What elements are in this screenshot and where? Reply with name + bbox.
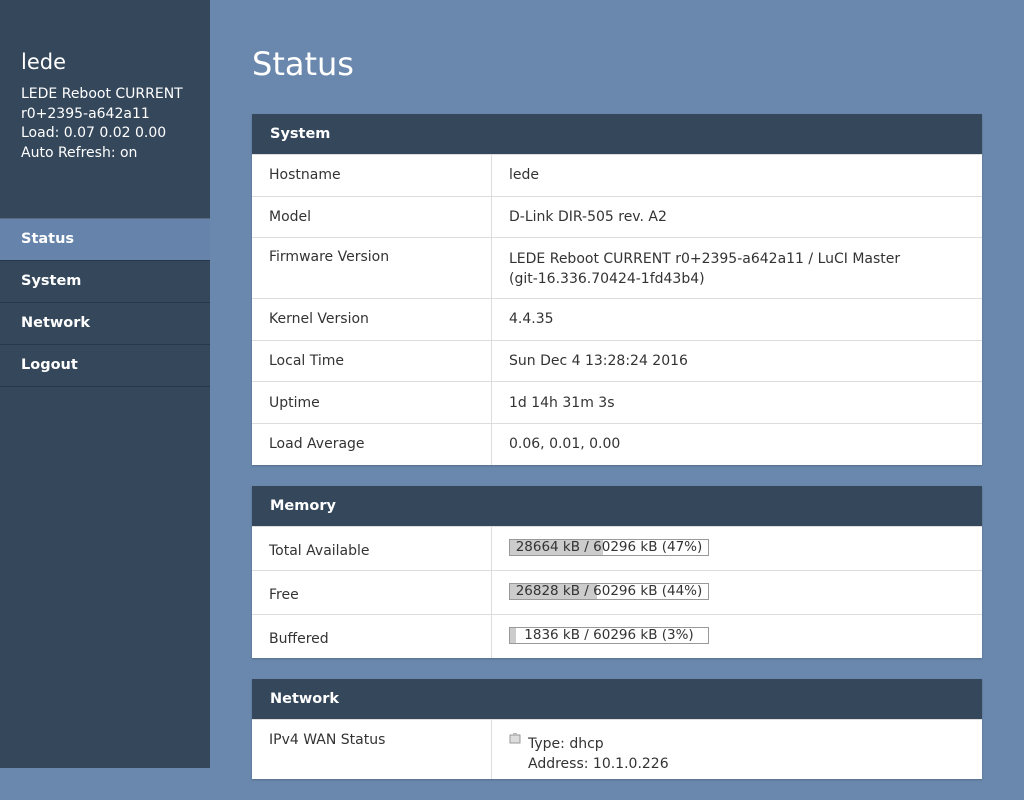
firmware-version-line-1: LEDE Reboot CURRENT r0+2395-a642a11 / Lu… bbox=[509, 251, 901, 268]
table-row: Hostname lede bbox=[252, 154, 982, 196]
row-value: 1836 kB / 60296 kB (3%) bbox=[492, 615, 982, 658]
main-content: Status System Hostname lede Model D-Link… bbox=[252, 0, 982, 800]
row-label: Total Available bbox=[252, 526, 492, 570]
row-value: 28664 kB / 60296 kB (47%) bbox=[492, 527, 982, 570]
table-row: Total Available 28664 kB / 60296 kB (47%… bbox=[252, 525, 982, 570]
row-label: Model bbox=[252, 196, 492, 238]
row-label: Local Time bbox=[252, 340, 492, 382]
wan-address: Address: 10.1.0.226 bbox=[528, 755, 669, 772]
row-value: Sun Dec 4 13:28:24 2016 bbox=[509, 353, 688, 370]
memory-progress-text: 1836 kB / 60296 kB (3%) bbox=[524, 626, 694, 643]
table-row: Load Average 0.06, 0.01, 0.00 bbox=[252, 422, 982, 465]
network-panel-heading: Network bbox=[252, 678, 982, 719]
row-label: Firmware Version bbox=[252, 238, 492, 299]
table-row: Local Time Sun Dec 4 13:28:24 2016 bbox=[252, 339, 982, 382]
memory-panel-heading: Memory bbox=[252, 485, 982, 526]
network-port-icon bbox=[509, 732, 523, 746]
firmware-line-2: r0+2395-a642a11 bbox=[21, 105, 150, 122]
table-row: Kernel Version 4.4.35 bbox=[252, 298, 982, 340]
sidebar-brand: lede LEDE Reboot CURRENT r0+2395-a642a11… bbox=[0, 0, 210, 218]
row-label: Kernel Version bbox=[252, 299, 492, 340]
memory-panel: Memory Total Available 28664 kB / 60296 … bbox=[252, 485, 982, 658]
row-value: 4.4.35 bbox=[509, 311, 554, 328]
memory-progress-bar: 26828 kB / 60296 kB (44%) bbox=[509, 582, 709, 600]
memory-progress-text: 28664 kB / 60296 kB (47%) bbox=[515, 538, 703, 555]
firmware-line-1: LEDE Reboot CURRENT bbox=[21, 86, 183, 102]
network-panel: Network IPv4 WAN Status Type: dhcp Addre… bbox=[252, 678, 982, 779]
system-panel-heading: System bbox=[252, 114, 982, 154]
sidebar-item-network[interactable]: Network bbox=[0, 303, 210, 345]
row-label: Load Average bbox=[252, 423, 492, 465]
row-value: 1d 14h 31m 3s bbox=[509, 394, 615, 411]
system-panel: System Hostname lede Model D-Link DIR-50… bbox=[252, 114, 982, 465]
memory-progress-bar: 28664 kB / 60296 kB (47%) bbox=[509, 538, 709, 556]
auto-refresh-toggle[interactable]: Auto Refresh: on bbox=[21, 144, 189, 164]
sidebar-nav: Status System Network Logout bbox=[0, 218, 210, 387]
table-row: Buffered 1836 kB / 60296 kB (3%) bbox=[252, 613, 982, 658]
row-label: IPv4 WAN Status bbox=[252, 719, 492, 779]
row-label: Hostname bbox=[252, 155, 492, 196]
row-value: LEDE Reboot CURRENT r0+2395-a642a11 / Lu… bbox=[492, 238, 982, 298]
table-row: Uptime 1d 14h 31m 3s bbox=[252, 381, 982, 423]
page-title: Status bbox=[252, 45, 354, 83]
sidebar-item-status[interactable]: Status bbox=[0, 219, 210, 261]
table-row: IPv4 WAN Status Type: dhcp Address: 10.1… bbox=[252, 718, 982, 779]
sidebar-item-logout[interactable]: Logout bbox=[0, 345, 210, 387]
sidebar-item-system[interactable]: System bbox=[0, 261, 210, 303]
row-label: Free bbox=[252, 570, 492, 614]
row-label: Uptime bbox=[252, 382, 492, 423]
sidebar: lede LEDE Reboot CURRENT r0+2395-a642a11… bbox=[0, 0, 210, 768]
row-value: 26828 kB / 60296 kB (44%) bbox=[492, 571, 982, 614]
table-row: Firmware Version LEDE Reboot CURRENT r0+… bbox=[252, 237, 982, 299]
memory-progress-text: 26828 kB / 60296 kB (44%) bbox=[515, 582, 703, 599]
row-value: Type: dhcp Address: 10.1.0.226 bbox=[492, 720, 982, 779]
row-value: 0.06, 0.01, 0.00 bbox=[509, 436, 621, 453]
hostname-title: lede bbox=[21, 50, 67, 74]
table-row: Model D-Link DIR-505 rev. A2 bbox=[252, 195, 982, 238]
row-value: D-Link DIR-505 rev. A2 bbox=[509, 208, 667, 225]
firmware-version-line-2: (git-16.336.70424-1fd43b4) bbox=[509, 271, 705, 288]
row-label: Buffered bbox=[252, 614, 492, 658]
load-info: Load: 0.07 0.02 0.00 bbox=[21, 125, 167, 141]
table-row: Free 26828 kB / 60296 kB (44%) bbox=[252, 569, 982, 614]
memory-progress-bar: 1836 kB / 60296 kB (3%) bbox=[509, 626, 709, 644]
row-value: lede bbox=[509, 167, 540, 184]
wan-type: Type: dhcp bbox=[528, 735, 604, 752]
